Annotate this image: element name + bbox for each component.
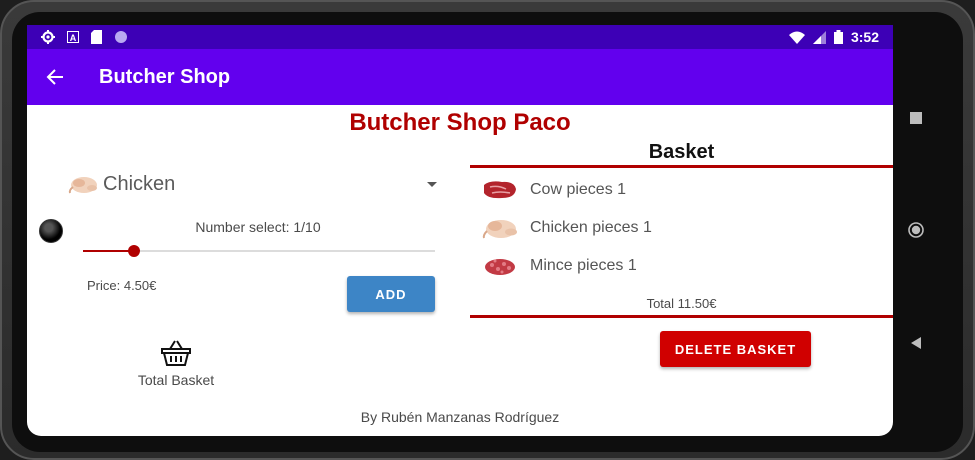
floating-dot[interactable]	[39, 219, 63, 243]
battery-icon	[833, 30, 843, 44]
sd-card-icon	[91, 30, 102, 44]
basket-total: Total 11.50€	[646, 296, 717, 311]
recents-icon[interactable]	[908, 110, 924, 126]
list-item: Cow pieces 1	[470, 171, 893, 209]
app-screen: A 3:52 Butcher Shop Butcher Shop Paco Ch…	[27, 25, 893, 436]
signal-icon	[812, 30, 826, 44]
basket-item-label: Chicken pieces 1	[530, 219, 652, 236]
chicken-icon	[482, 220, 517, 239]
a-icon: A	[67, 31, 79, 43]
price-label: Price: 4.50€	[87, 278, 157, 293]
basket-list: Cow pieces 1 Chicken pieces 1 Mince piec…	[470, 171, 893, 285]
slider-thumb[interactable]	[128, 245, 141, 257]
basket-icon[interactable]	[160, 338, 192, 368]
chicken-icon	[68, 177, 97, 194]
add-button[interactable]: ADD	[347, 276, 435, 312]
quantity-slider[interactable]	[83, 243, 435, 259]
back-button[interactable]	[27, 49, 83, 105]
product-dropdown[interactable]: Chicken	[67, 167, 439, 201]
list-item: Mince pieces 1	[470, 247, 893, 285]
circle-icon	[115, 31, 127, 43]
basket-title: Basket	[648, 141, 715, 163]
arrow-back-icon	[46, 69, 63, 85]
settings-icon	[41, 30, 55, 44]
back-nav-icon[interactable]	[908, 335, 924, 351]
wifi-icon	[788, 31, 805, 44]
basket-item-label: Mince pieces 1	[530, 257, 637, 274]
home-icon[interactable]	[908, 222, 924, 238]
selected-product: Chicken	[103, 172, 176, 195]
svg-text:A: A	[70, 33, 77, 43]
basket-bottom-divider	[470, 315, 893, 318]
status-time: 3:52	[850, 29, 879, 45]
total-basket-label: Total Basket	[137, 372, 215, 388]
list-item: Chicken pieces 1	[470, 209, 893, 247]
basket-top-divider	[470, 165, 893, 168]
shop-title: Butcher Shop Paco	[349, 109, 571, 136]
delete-basket-button[interactable]: DELETE BASKET	[660, 331, 811, 367]
navigation-bar	[893, 25, 939, 436]
beef-icon	[484, 181, 516, 199]
footer-credit: By Rubén Manzanas Rodríguez	[360, 409, 560, 425]
number-select-label: Number select: 1/10	[195, 219, 321, 235]
basket-item-label: Cow pieces 1	[530, 181, 627, 198]
chevron-down-icon	[427, 182, 437, 187]
app-bar: Butcher Shop	[27, 49, 893, 105]
mince-icon	[485, 259, 515, 275]
app-title: Butcher Shop	[99, 65, 231, 88]
slider-fill	[83, 250, 135, 252]
status-bar: A 3:52	[27, 25, 893, 49]
